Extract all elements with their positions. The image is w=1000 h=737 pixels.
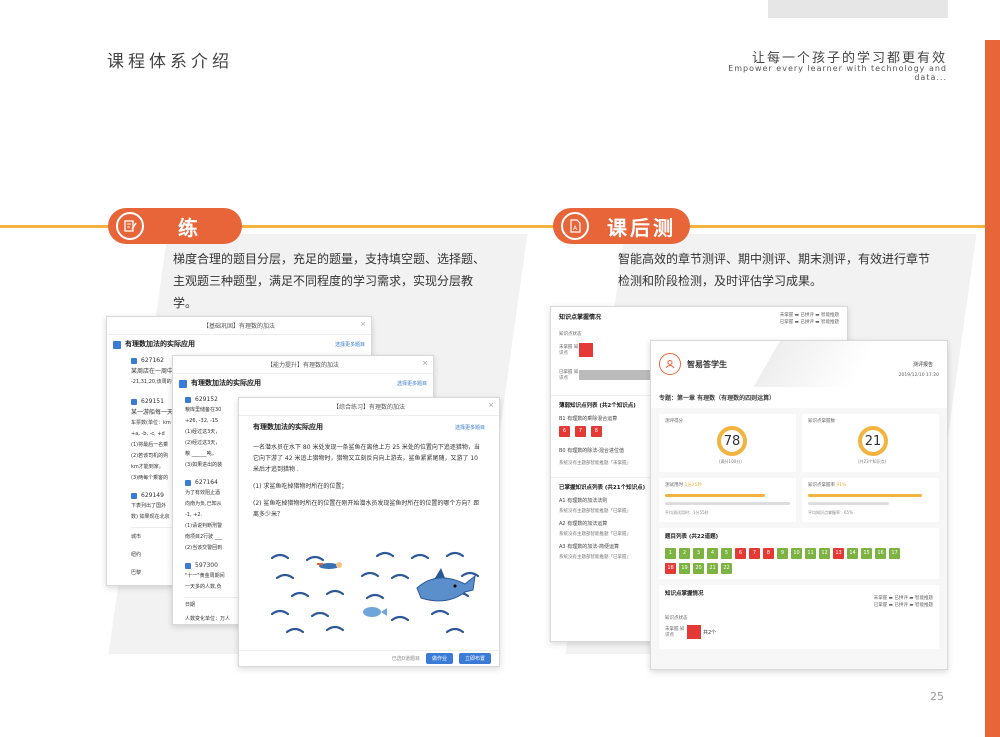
question-number[interactable]: 8 [590, 426, 602, 437]
student-name: 智易答学生 [687, 360, 727, 369]
question-number[interactable]: 1 [665, 548, 676, 559]
checkbox-icon[interactable] [131, 357, 137, 364]
shark-diver-illustration [270, 551, 480, 634]
test-label: 课后测 [607, 215, 676, 240]
problem-paragraph: 一名潜水员在水下 80 米处发现一条鲨鱼在离他上方 25 米处的位置向下追逐猎物… [253, 444, 480, 473]
question-number[interactable]: 21 [707, 563, 718, 574]
question-number[interactable]: 3 [693, 548, 704, 559]
page-title: 课程体系介绍 [107, 52, 233, 72]
top-gray-bar [768, 0, 948, 18]
question-number[interactable]: 7 [574, 426, 586, 437]
kp-status-title: 知识点掌握情况 [559, 314, 602, 321]
question-number[interactable]: 18 [665, 563, 676, 574]
mastered-bar [579, 370, 659, 380]
diver-figure [317, 562, 342, 569]
kp-count-value: 21 [864, 433, 882, 449]
question-number[interactable]: 13 [833, 548, 844, 559]
unmastered-bar-front [687, 625, 701, 639]
test-pill: A 课后测 [553, 208, 690, 244]
practice-description: 梯度合理的题目分层，充足的题量，支持填空题、选择题、 主观题三种题型，满足不同程… [173, 248, 493, 314]
kp-legend-front: 未掌握 ▬ 已拼评 ▬ 智能推题 已掌握 ▬ 已拼评 ▬ 智能推题 [873, 596, 933, 608]
select-more-link[interactable]: 选择更多题目 [455, 424, 485, 431]
unmastered-bar [579, 343, 593, 357]
report-date: 2019/12/10 17:20 [898, 373, 939, 378]
question-number[interactable]: 16 [875, 548, 886, 559]
window3-heading: 有理数加法的实际应用 [253, 423, 323, 431]
svg-text:A: A [573, 225, 578, 232]
checkbox-icon[interactable] [185, 396, 191, 403]
kp-count-card: 知识点掌握数 21 (共23个知识点) [802, 414, 939, 472]
problem-q2: (2) 鲨鱼吃掉猎物时所在的位置在刚开始潜水员发现鲨鱼时所在的位置的哪个方向？距… [253, 500, 480, 518]
question-number[interactable]: 15 [861, 548, 872, 559]
checkbox-icon[interactable] [185, 479, 191, 486]
question-number[interactable]: 22 [721, 563, 732, 574]
question-number[interactable]: 4 [707, 548, 718, 559]
window2-heading: 有理数加法的实际应用 [191, 379, 261, 387]
assign-now-button[interactable]: 立即布置 [458, 653, 491, 664]
time-card: 测试用时 1分25秒 平均测试用时：1分55秒 [659, 478, 796, 522]
kp-legend: 未掌握 ▬ 已拼评 ▬ 智能推题 已掌握 ▬ 已拼评 ▬ 智能推题 [779, 313, 839, 325]
fish-figure [363, 607, 387, 617]
page-number: 25 [930, 690, 944, 703]
checkbox-icon[interactable] [113, 340, 121, 349]
test-desc-line1: 智能高效的章节测评、期中测评、期末测评，有效进行章节 [618, 252, 931, 266]
question-number[interactable]: 5 [721, 548, 732, 559]
time-bar [665, 494, 765, 497]
report-title: 测评报告 [912, 362, 933, 368]
slogan-en: Empower every learner with technology an… [728, 64, 947, 82]
score-card: 测评得分 78 (满分100分) [659, 414, 796, 472]
window1-title: 【基础巩固】有理数的加法 [107, 317, 371, 335]
question-number[interactable]: 6 [735, 548, 746, 559]
selected-count: 已选0道题目 [391, 656, 420, 662]
mastery-card: 知识点掌握率 91% 平均知识点掌握率：65% [802, 478, 939, 522]
practice-pill: 练 [108, 208, 242, 244]
question-list-title: 题目列表 (共22道题) [665, 534, 719, 540]
test-description: 智能高效的章节测评、期中测评、期末测评，有效进行章节 检测和阶段检测，及时评估学… [618, 248, 938, 292]
checkbox-icon[interactable] [179, 379, 187, 388]
checkbox-icon[interactable] [131, 398, 137, 405]
select-more-link[interactable]: 选择更多题目 [335, 341, 365, 348]
close-icon[interactable]: × [422, 359, 428, 367]
side-orange-bar [985, 40, 1000, 737]
practice-desc-line1: 梯度合理的题目分层，充足的题量，支持填空题、选择题、 [173, 252, 486, 266]
question-number[interactable]: 2 [679, 548, 690, 559]
window3-title: 【综合练习】有理数的加法 [239, 398, 499, 416]
question-grid: 1 2 3 4 5 6 7 8 9 10 11 12 13 14 15 16 1718 19 20 21 22 [665, 545, 905, 575]
window2-title: 【能力提升】有理数的加法 [173, 356, 433, 374]
mastery-bar [808, 494, 922, 497]
checkbox-icon[interactable] [131, 492, 137, 499]
question-number[interactable]: 12 [819, 548, 830, 559]
question-number[interactable]: 6 [559, 426, 570, 437]
question-number[interactable]: 7 [749, 548, 760, 559]
chapter-title: 专题：第一章 有理数（有理数的四则运算） [651, 387, 947, 408]
close-icon[interactable]: × [488, 401, 494, 409]
practice-desc-line2: 主观题三种题型，满足不同程度的学习需求，实现分层教学。 [173, 274, 474, 310]
test-report-window: 智易答学生 测评报告 2019/12/10 17:20 专题：第一章 有理数（有… [650, 340, 948, 670]
question-number[interactable]: 9 [777, 548, 788, 559]
question-number[interactable]: 17 [889, 548, 900, 559]
question-number[interactable]: 14 [847, 548, 858, 559]
pencil-note-icon [116, 212, 144, 240]
checkbox-icon[interactable] [185, 562, 191, 569]
question-number[interactable]: 20 [693, 563, 704, 574]
test-desc-line2: 检测和阶段检测，及时评估学习成果。 [618, 274, 823, 288]
select-more-link[interactable]: 选择更多题目 [397, 380, 427, 387]
test-paper-icon: A [561, 212, 589, 240]
question-number[interactable]: 10 [791, 548, 802, 559]
question-number[interactable]: 11 [805, 548, 816, 559]
window1-heading: 有理数加法的实际应用 [125, 340, 195, 348]
score-value: 78 [723, 433, 741, 449]
question-number[interactable]: 19 [679, 563, 690, 574]
problem-q1: (1) 求鲨鱼吃掉猎物时所在的位置； [253, 483, 348, 490]
avatar-icon [659, 353, 681, 375]
question-number[interactable]: 8 [763, 548, 774, 559]
comprehensive-practice-window: 【综合练习】有理数的加法 × 有理数加法的实际应用 选择更多题目 一名潜水员在水… [238, 397, 500, 667]
close-icon[interactable]: × [360, 320, 366, 328]
homework-button[interactable]: 做作业 [425, 653, 453, 664]
practice-label: 练 [178, 215, 201, 240]
